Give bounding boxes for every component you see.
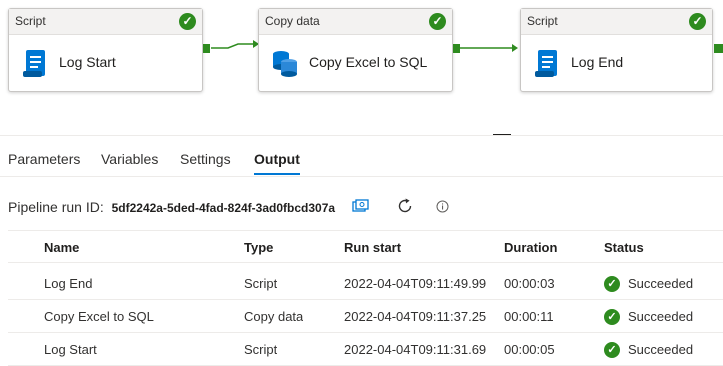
success-check-icon: ✓ (179, 13, 196, 30)
activity-log-end[interactable]: Script ✓ Log End (520, 8, 713, 92)
copy-icon[interactable] (352, 199, 370, 213)
pipeline-canvas[interactable]: Script ✓ Log Start Copy data ✓ Copy Exce… (0, 0, 723, 135)
refresh-icon[interactable] (396, 197, 414, 215)
tab-variables[interactable]: Variables (101, 146, 158, 176)
output-port[interactable] (203, 44, 210, 53)
activity-copy-excel-to-sql[interactable]: Copy data ✓ Copy Excel to SQL (258, 8, 453, 92)
cell-name: Log Start (44, 342, 97, 357)
column-header-duration[interactable]: Duration (504, 231, 557, 263)
table-row[interactable]: Copy Excel to SQL Copy data 2022-04-04T0… (8, 300, 723, 333)
activity-header: Script ✓ (521, 9, 712, 35)
pipeline-run-id: Pipeline run ID: 5df2242a-5ded-4fad-824f… (8, 199, 335, 215)
cell-run-start: 2022-04-04T09:11:37.256 (344, 309, 486, 324)
cell-duration: 00:00:11 (504, 309, 554, 324)
table-row[interactable]: Log End Script 2022-04-04T09:11:49.998 0… (8, 267, 723, 300)
info-icon[interactable] (436, 200, 449, 213)
activity-type-label: Script (15, 14, 46, 28)
status-text: Succeeded (628, 276, 694, 291)
pane-divider (0, 135, 723, 136)
success-check-icon: ✓ (689, 13, 706, 30)
status-text: Succeeded (628, 342, 694, 357)
output-port[interactable] (714, 44, 723, 53)
cell-duration: 00:00:05 (504, 342, 555, 357)
tab-settings[interactable]: Settings (180, 146, 231, 176)
activity-header: Script ✓ (9, 9, 202, 35)
tab-parameters[interactable]: Parameters (8, 146, 80, 176)
column-header-status[interactable]: Status (604, 231, 644, 263)
success-check-icon: ✓ (429, 13, 446, 30)
column-header-name[interactable]: Name (44, 231, 79, 263)
table-row[interactable]: Log Start Script 2022-04-04T09:11:31.694… (8, 333, 723, 366)
column-header-run-start[interactable]: Run start (344, 231, 401, 263)
activity-header: Copy data ✓ (259, 9, 452, 35)
table-header-row: Name Type Run start Duration Status (8, 230, 723, 263)
cell-run-start: 2022-04-04T09:11:31.694 (344, 342, 486, 357)
activity-type-label: Script (527, 14, 558, 28)
run-id-value: 5df2242a-5ded-4fad-824f-3ad0fbcd307a (111, 201, 336, 215)
cell-type: Script (244, 342, 278, 357)
success-check-icon: ✓ (604, 275, 620, 292)
cell-status: ✓ Succeeded (604, 333, 693, 365)
cell-status: ✓ Succeeded (604, 300, 693, 332)
success-check-icon: ✓ (604, 308, 620, 325)
output-port[interactable] (453, 44, 460, 53)
activity-log-start[interactable]: Script ✓ Log Start (8, 8, 203, 92)
activity-name: Log Start (59, 54, 116, 70)
tabs-divider (0, 176, 723, 177)
copy-data-icon (273, 51, 297, 77)
activity-name: Log End (571, 54, 624, 70)
cell-run-start: 2022-04-04T09:11:49.998 (344, 276, 486, 291)
status-text: Succeeded (628, 309, 694, 324)
script-icon (535, 50, 557, 77)
run-id-label: Pipeline run ID: (8, 199, 104, 215)
activity-name: Copy Excel to SQL (309, 54, 428, 70)
cell-name: Copy Excel to SQL (44, 309, 154, 324)
column-header-type[interactable]: Type (244, 231, 273, 263)
cell-type: Script (244, 276, 278, 291)
success-check-icon: ✓ (604, 341, 620, 358)
activity-type-label: Copy data (265, 14, 320, 28)
script-icon (23, 50, 45, 77)
cell-duration: 00:00:03 (504, 276, 555, 291)
cell-status: ✓ Succeeded (604, 267, 693, 299)
cell-name: Log End (44, 276, 93, 291)
tab-output[interactable]: Output (254, 146, 300, 176)
properties-tabs: Parameters Variables Settings Output (0, 146, 723, 176)
cell-type: Copy data (244, 309, 304, 324)
